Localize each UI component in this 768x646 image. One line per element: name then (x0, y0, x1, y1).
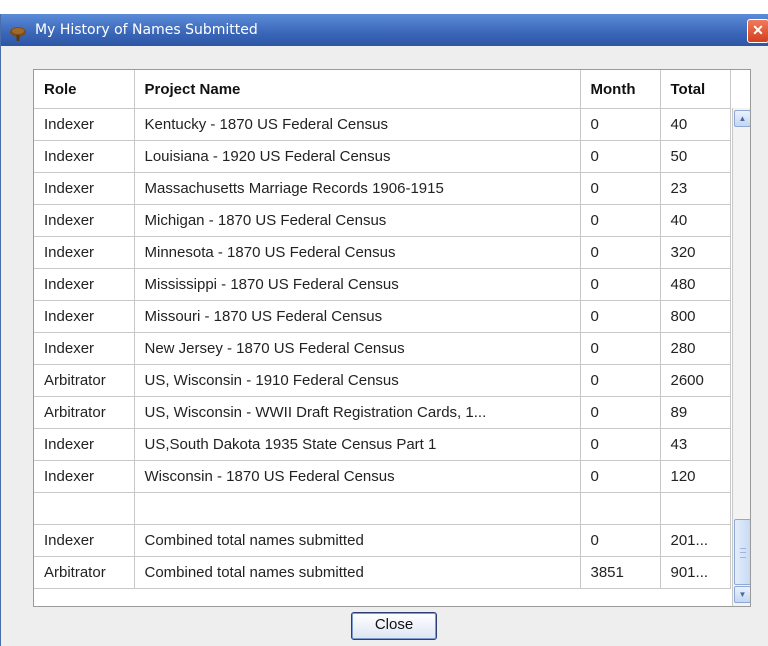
cell-project-name: US, Wisconsin - 1910 Federal Census (133, 364, 581, 397)
column-header-project-name[interactable]: Project Name (133, 70, 581, 109)
table-row[interactable]: Indexer Wisconsin - 1870 US Federal Cens… (34, 460, 731, 493)
cell-project-name: Wisconsin - 1870 US Federal Census (133, 460, 581, 493)
cell-total: 23 (659, 172, 731, 205)
cell-total: 120 (659, 460, 731, 493)
cell-project-name: Mississippi - 1870 US Federal Census (133, 268, 581, 301)
close-icon[interactable]: ✕ (747, 19, 768, 43)
column-header-role[interactable]: Role (34, 70, 135, 109)
cell-role (34, 492, 135, 525)
cell-project-name (133, 492, 581, 525)
cell-month: 0 (579, 524, 661, 557)
cell-role: Indexer (34, 428, 135, 461)
arrow-down-icon[interactable]: ▼ (734, 586, 750, 603)
cell-role: Indexer (34, 332, 135, 365)
table-row[interactable]: Indexer Mississippi - 1870 US Federal Ce… (34, 268, 731, 301)
table-row[interactable]: Indexer Massachusetts Marriage Records 1… (34, 172, 731, 205)
cell-total: 40 (659, 108, 731, 141)
column-header-month[interactable]: Month (579, 70, 661, 109)
cell-month: 0 (579, 428, 661, 461)
table-row[interactable]: Arbitrator US, Wisconsin - 1910 Federal … (34, 364, 731, 397)
cell-month: 0 (579, 172, 661, 205)
table-row[interactable]: Indexer Minnesota - 1870 US Federal Cens… (34, 236, 731, 269)
cell-total: 480 (659, 268, 731, 301)
cell-role: Indexer (34, 140, 135, 173)
cell-month: 0 (579, 364, 661, 397)
header-row: Role Project Name Month Total (34, 70, 731, 109)
cell-month: 0 (579, 108, 661, 141)
cell-month (579, 492, 661, 525)
table-row[interactable]: Indexer US,South Dakota 1935 State Censu… (34, 428, 731, 461)
cell-role: Indexer (34, 460, 135, 493)
close-button[interactable]: Close (351, 612, 437, 640)
cell-month: 0 (579, 396, 661, 429)
cell-role: Indexer (34, 108, 135, 141)
arrow-up-icon[interactable]: ▲ (734, 110, 750, 127)
cell-total: 320 (659, 236, 731, 269)
table-row[interactable]: Arbitrator US, Wisconsin - WWII Draft Re… (34, 396, 731, 429)
cell-month: 0 (579, 460, 661, 493)
cell-month: 3851 (579, 556, 661, 589)
table-row-empty[interactable] (34, 492, 731, 525)
table-row[interactable]: Indexer Louisiana - 1920 US Federal Cens… (34, 140, 731, 173)
history-table-container: Role Project Name Month Total Indexer Ke… (33, 69, 751, 607)
dialog-window: My History of Names Submitted ✕ Role Pro… (0, 14, 768, 646)
cell-project-name: New Jersey - 1870 US Federal Census (133, 332, 581, 365)
cell-total: 43 (659, 428, 731, 461)
cell-total: 800 (659, 300, 731, 333)
cell-project-name: Massachusetts Marriage Records 1906-1915 (133, 172, 581, 205)
cell-role: Indexer (34, 172, 135, 205)
cell-month: 0 (579, 300, 661, 333)
cell-project-name: Louisiana - 1920 US Federal Census (133, 140, 581, 173)
title-bar[interactable]: My History of Names Submitted ✕ (1, 14, 768, 46)
cell-project-name: Kentucky - 1870 US Federal Census (133, 108, 581, 141)
grip-icon (740, 548, 746, 558)
column-header-total[interactable]: Total (659, 70, 731, 109)
cell-role: Arbitrator (34, 364, 135, 397)
cell-month: 0 (579, 140, 661, 173)
cell-role: Indexer (34, 300, 135, 333)
window-title: My History of Names Submitted (35, 22, 258, 38)
cell-total: 50 (659, 140, 731, 173)
cell-total: 2600 (659, 364, 731, 397)
cell-month: 0 (579, 236, 661, 269)
table-row[interactable]: Indexer Missouri - 1870 US Federal Censu… (34, 300, 731, 333)
table-row[interactable]: Indexer Michigan - 1870 US Federal Censu… (34, 204, 731, 237)
cell-total: 901... (659, 556, 731, 589)
cell-month: 0 (579, 204, 661, 237)
table-row-total-arbitrator[interactable]: Arbitrator Combined total names submitte… (34, 556, 731, 589)
cell-role: Arbitrator (34, 556, 135, 589)
cell-total (659, 492, 731, 525)
history-table: Role Project Name Month Total Indexer Ke… (34, 70, 731, 589)
cell-total: 40 (659, 204, 731, 237)
cell-project-name: Missouri - 1870 US Federal Census (133, 300, 581, 333)
cell-role: Indexer (34, 524, 135, 557)
cell-role: Indexer (34, 236, 135, 269)
vertical-scrollbar[interactable]: ▲ ▼ (732, 108, 750, 606)
cell-role: Indexer (34, 268, 135, 301)
cell-role: Indexer (34, 204, 135, 237)
table-row-total-indexer[interactable]: Indexer Combined total names submitted 0… (34, 524, 731, 557)
cell-total: 89 (659, 396, 731, 429)
cell-project-name: Combined total names submitted (133, 556, 581, 589)
scrollbar-thumb[interactable] (734, 519, 750, 585)
cell-month: 0 (579, 268, 661, 301)
cell-project-name: Michigan - 1870 US Federal Census (133, 204, 581, 237)
cell-project-name: Minnesota - 1870 US Federal Census (133, 236, 581, 269)
cell-role: Arbitrator (34, 396, 135, 429)
tree-icon (9, 22, 26, 41)
cell-total: 280 (659, 332, 731, 365)
cell-month: 0 (579, 332, 661, 365)
cell-total: 201... (659, 524, 731, 557)
table-row[interactable]: Indexer New Jersey - 1870 US Federal Cen… (34, 332, 731, 365)
cell-project-name: US, Wisconsin - WWII Draft Registration … (133, 396, 581, 429)
cell-project-name: Combined total names submitted (133, 524, 581, 557)
cell-project-name: US,South Dakota 1935 State Census Part 1 (133, 428, 581, 461)
table-row[interactable]: Indexer Kentucky - 1870 US Federal Censu… (34, 108, 731, 141)
